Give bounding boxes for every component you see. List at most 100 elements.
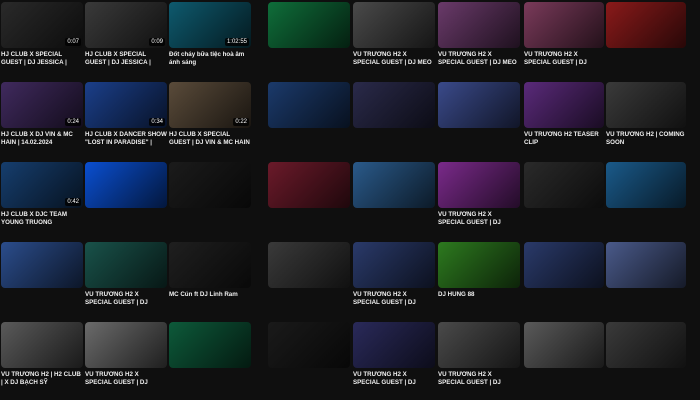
video-thumbnail[interactable] [85,162,167,208]
video-tile[interactable] [524,322,604,400]
video-tile[interactable]: 0:34 HJ CLUB X DANCER SHOW "LOST IN PARAD… [85,82,167,164]
video-tile[interactable] [268,322,350,400]
video-thumbnail[interactable] [438,322,520,368]
video-tile[interactable]: VŨ TRƯỜNG H2 X SPECIAL GUEST | DJ MEO | … [353,2,435,84]
video-thumbnail[interactable] [524,82,604,128]
video-thumbnail[interactable] [353,82,435,128]
video-tile[interactable] [169,322,251,400]
video-tile[interactable]: 0:09 HJ CLUB X SPECIAL GUEST | DJ JESSICA… [85,2,167,84]
video-tile[interactable] [353,162,435,244]
video-title[interactable]: VŨ TRƯỜNG H2 X SPECIAL GUEST | DJ MEO | … [353,51,435,66]
video-thumbnail[interactable] [85,242,167,288]
video-thumbnail[interactable] [169,242,251,288]
video-tile[interactable]: VŨ TRƯỜNG H2 X SPECIAL GUEST | DJ [353,242,435,324]
video-thumbnail[interactable] [524,2,604,48]
video-tile[interactable]: VŨ TRƯỜNG H2 X SPECIAL GUEST | DJ [438,322,520,400]
video-title[interactable]: DJ HUNG 88 [438,291,520,299]
video-thumbnail[interactable] [524,322,604,368]
video-title[interactable]: VŨ TRƯỜNG H2 X SPECIAL GUEST | DJ [438,371,520,386]
video-title[interactable]: VŨ TRƯỜNG H2 X SPECIAL GUEST | DJ [524,51,604,66]
video-tile[interactable] [268,82,350,164]
video-thumbnail[interactable] [268,322,350,368]
video-thumbnail[interactable] [438,162,520,208]
video-thumbnail[interactable] [438,82,520,128]
video-thumbnail[interactable]: 0:07 [1,2,83,48]
video-tile[interactable]: VŨ TRƯỜNG H2 X SPECIAL GUEST | DJ [524,2,604,84]
video-tile[interactable]: VŨ TRƯỜNG H2 X SPECIAL GUEST | DJ MEO | … [438,2,520,84]
video-tile[interactable]: VŨ TRƯỜNG H2 | COMING SOON [606,82,686,164]
video-tile[interactable]: 0:22 HJ CLUB X SPECIAL GUEST | DJ VIN & M… [169,82,251,164]
video-thumbnail[interactable] [606,2,686,48]
video-thumbnail[interactable]: 0:42 [1,162,83,208]
video-thumbnail[interactable]: 0:34 [85,82,167,128]
video-tile[interactable] [606,242,686,324]
video-tile[interactable] [353,82,435,164]
video-tile[interactable]: VŨ TRƯỜNG H2 TEASER CLIP [524,82,604,164]
video-title[interactable]: HJ CLUB X DJ VIN & MC HAIN | 14.02.2024 [1,131,83,146]
video-tile[interactable] [606,322,686,400]
video-tile[interactable]: VŨ TRƯỜNG H2 X SPECIAL GUEST | DJ BRIDY [85,322,167,400]
video-title[interactable]: VŨ TRƯỜNG H2 X SPECIAL GUEST | DJ [353,371,435,386]
video-title[interactable]: HJ CLUB X SPECIAL GUEST | DJ JESSICA | 1… [1,51,83,66]
video-tile[interactable] [85,162,167,244]
video-tile[interactable] [268,242,350,324]
video-thumbnail[interactable]: 0:22 [169,82,251,128]
video-thumbnail[interactable] [353,2,435,48]
video-title[interactable]: VŨ TRƯỜNG H2 | COMING SOON [606,131,686,146]
video-thumbnail[interactable] [1,322,83,368]
video-title[interactable]: VŨ TRƯỜNG H2 | H2 CLUB | X DJ BẠCH SỸ [1,371,83,386]
video-title[interactable]: VŨ TRƯỜNG H2 TEASER CLIP [524,131,604,146]
video-tile[interactable] [606,162,686,244]
video-title[interactable]: MC Cún ft DJ Linh Ram [169,291,251,299]
video-thumbnail[interactable] [606,82,686,128]
video-tile[interactable] [169,162,251,244]
video-title[interactable]: HJ CLUB X SPECIAL GUEST | DJ JESSICA | 1… [85,51,167,66]
video-title[interactable]: VŨ TRƯỜNG H2 X SPECIAL GUEST | DJ BRIDY [85,291,167,306]
video-thumbnail[interactable] [524,162,604,208]
video-tile[interactable]: VŨ TRƯỜNG H2 X SPECIAL GUEST | DJ BRIDY [85,242,167,324]
video-thumbnail[interactable]: 0:09 [85,2,167,48]
video-title[interactable]: HJ CLUB X DANCER SHOW "LOST IN PARADISE"… [85,131,167,146]
video-thumbnail[interactable] [606,242,686,288]
video-thumbnail[interactable] [353,322,435,368]
video-thumbnail[interactable] [268,82,350,128]
video-thumbnail[interactable] [606,322,686,368]
video-thumbnail[interactable] [1,242,83,288]
video-thumbnail[interactable] [438,2,520,48]
video-tile[interactable]: VŨ TRƯỜNG H2 X SPECIAL GUEST | DJ [353,322,435,400]
video-thumbnail[interactable] [85,322,167,368]
video-tile[interactable]: MC Cún ft DJ Linh Ram [169,242,251,324]
video-tile[interactable]: 0:07 HJ CLUB X SPECIAL GUEST | DJ JESSICA… [1,2,83,84]
video-title[interactable]: HJ CLUB X SPECIAL GUEST | DJ VIN & MC HA… [169,131,251,146]
video-thumbnail[interactable] [268,162,350,208]
video-title[interactable]: VŨ TRƯỜNG H2 X SPECIAL GUEST | DJ BRIDY [85,371,167,386]
video-thumbnail[interactable] [353,162,435,208]
video-title[interactable]: VŨ TRƯỜNG H2 X SPECIAL GUEST | DJ [438,211,520,226]
video-thumbnail[interactable] [169,162,251,208]
video-tile[interactable] [438,82,520,164]
video-tile[interactable]: DJ HUNG 88 [438,242,520,324]
video-title[interactable]: VŨ TRƯỜNG H2 X SPECIAL GUEST | DJ [353,291,435,306]
video-thumbnail[interactable] [353,242,435,288]
video-tile[interactable]: 0:42 HJ CLUB X DJC TEAM YOUNG TRUONG 14.0… [1,162,83,244]
video-thumbnail[interactable] [169,322,251,368]
video-title[interactable]: HJ CLUB X DJC TEAM YOUNG TRUONG 14.03.20… [1,211,83,226]
video-title[interactable]: VŨ TRƯỜNG H2 X SPECIAL GUEST | DJ MEO | … [438,51,520,66]
video-tile[interactable] [268,162,350,244]
video-thumbnail[interactable] [268,2,350,48]
video-thumbnail[interactable] [268,242,350,288]
video-thumbnail[interactable] [524,242,604,288]
video-thumbnail[interactable]: 0:24 [1,82,83,128]
video-thumbnail[interactable] [438,242,520,288]
video-tile[interactable]: VŨ TRƯỜNG H2 X SPECIAL GUEST | DJ [438,162,520,244]
video-tile[interactable] [606,2,686,84]
video-tile[interactable] [268,2,350,84]
video-tile[interactable] [524,242,604,324]
video-tile[interactable] [1,242,83,324]
video-tile[interactable]: VŨ TRƯỜNG H2 | H2 CLUB | X DJ BẠCH SỸ [1,322,83,400]
video-thumbnail[interactable] [606,162,686,208]
video-title[interactable]: Đốt cháy bữa tiệc hoà âm ánh sáng [169,51,251,66]
video-tile[interactable]: 1:02:55 Đốt cháy bữa tiệc hoà âm ánh sáng [169,2,251,84]
video-tile[interactable]: 0:24 HJ CLUB X DJ VIN & MC HAIN | 14.02.2… [1,82,83,164]
video-thumbnail[interactable]: 1:02:55 [169,2,251,48]
